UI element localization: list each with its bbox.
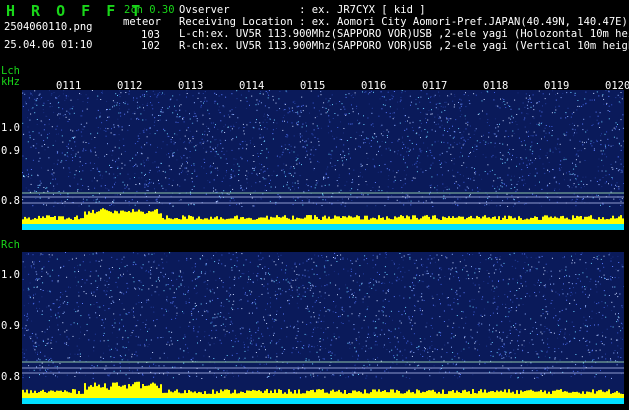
mode-label: meteor (123, 16, 161, 28)
lch-ytick-1: 1.0 (1, 122, 20, 134)
datetime-label: 25.04.06 01:10 (4, 39, 93, 51)
rch-count: 102 (141, 40, 160, 52)
rch-ytick-1: 1.0 (1, 269, 20, 281)
rch-channel-label: Rch (1, 239, 20, 251)
lch-info: L-ch:ex. UV5R 113.900Mhz(SAPPORO VOR)USB… (179, 28, 629, 40)
observer-info: Ovserver : ex. JR7CYX [ kid ] (179, 4, 426, 16)
lch-spectrogram (22, 90, 624, 230)
lch-ytick-2: 0.9 (1, 145, 20, 157)
rch-spectrogram-svg (22, 252, 624, 404)
version-label: 2ch 0.30 (124, 4, 175, 16)
lch-channel-label: Lch (1, 65, 20, 77)
rch-ytick-2: 0.9 (1, 320, 20, 332)
rch-ytick-3: 0.8 (1, 371, 20, 383)
filename-label: 2504060110.png (4, 21, 93, 33)
rch-info: R-ch:ex. UV5R 113.900Mhz(SAPPORO VOR)USB… (179, 40, 629, 52)
location-info: Receiving Location : ex. Aomori City Aom… (179, 16, 628, 28)
rch-spectrogram (22, 252, 624, 404)
lch-ytick-3: 0.8 (1, 195, 20, 207)
lch-spectrogram-svg (22, 90, 624, 230)
lch-count: 103 (141, 29, 160, 41)
lch-unit-label: kHz (1, 76, 20, 88)
